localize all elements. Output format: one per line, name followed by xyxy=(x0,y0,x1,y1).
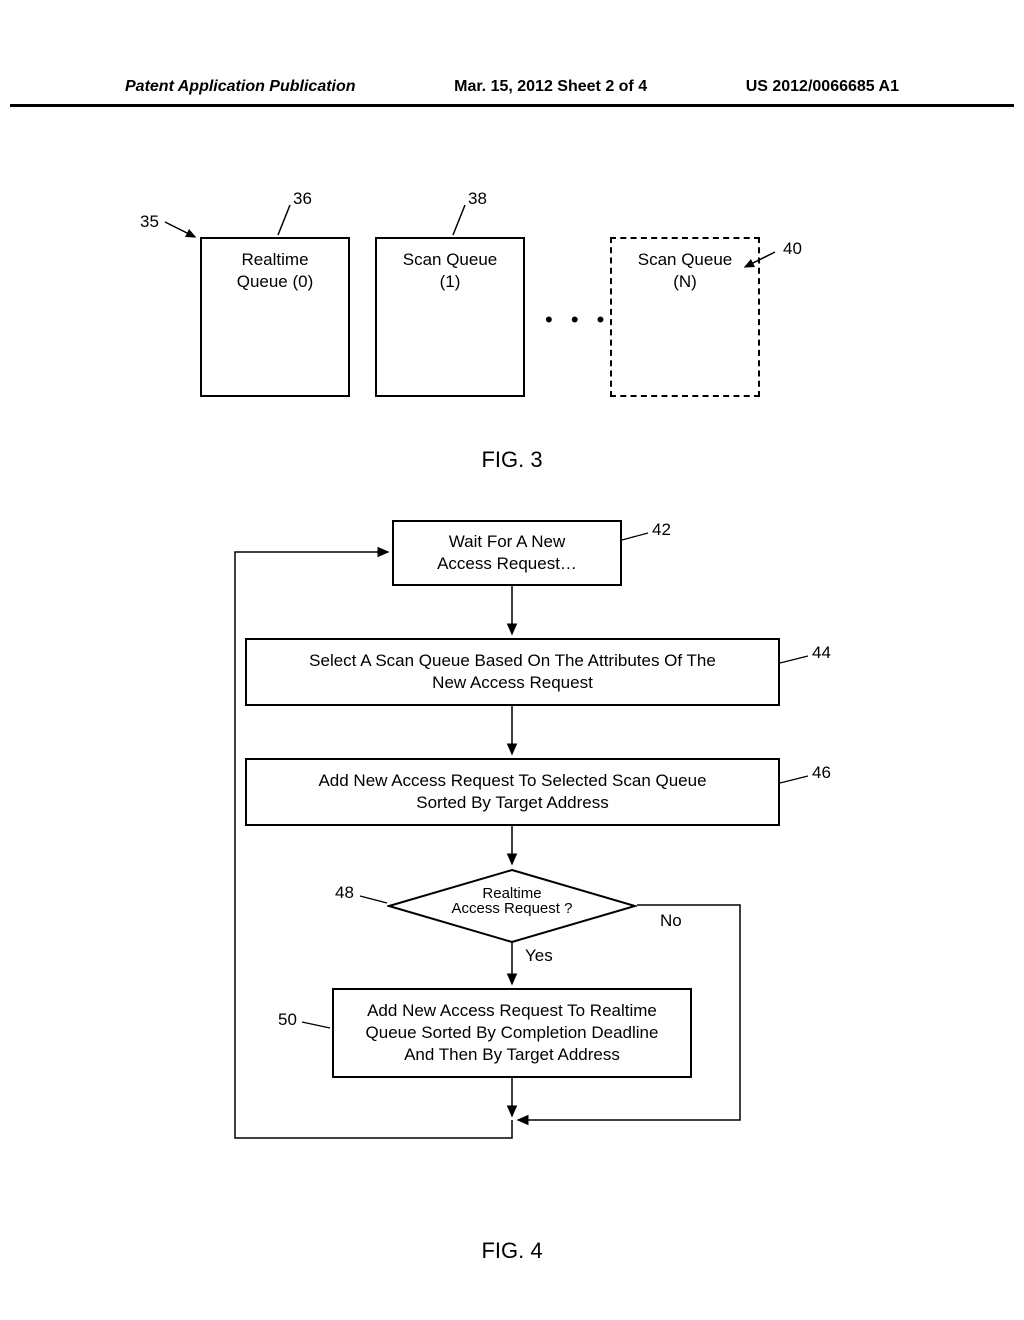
box2-line2: (1) xyxy=(377,271,523,293)
box-add-to-scan-queue: Add New Access Request To Selected Scan … xyxy=(245,758,780,826)
box3-line2: (N) xyxy=(612,271,758,293)
figure-3: 35 36 38 40 Realtime Queue (0) Scan Queu… xyxy=(0,197,1024,437)
dec48-line2: Access Request ? xyxy=(387,901,637,916)
ref-42: 42 xyxy=(652,520,671,540)
decision-realtime-request: Realtime Access Request ? xyxy=(387,868,637,938)
ref-48: 48 xyxy=(335,883,354,903)
fig4-caption: FIG. 4 xyxy=(0,1238,1024,1264)
header-left: Patent Application Publication xyxy=(125,78,356,96)
box44-line1: Select A Scan Queue Based On The Attribu… xyxy=(309,650,716,672)
ref-40: 40 xyxy=(783,239,802,259)
dec48-line1: Realtime xyxy=(387,886,637,901)
box-add-to-realtime-queue: Add New Access Request To Realtime Queue… xyxy=(332,988,692,1078)
box-wait-new-request: Wait For A New Access Request… xyxy=(392,520,622,586)
box1-line1: Realtime xyxy=(202,249,348,271)
box46-line2: Sorted By Target Address xyxy=(318,792,706,814)
box46-line1: Add New Access Request To Selected Scan … xyxy=(318,770,706,792)
realtime-queue-box: Realtime Queue (0) xyxy=(200,237,350,397)
header-right: US 2012/0066685 A1 xyxy=(746,78,899,96)
box3-line1: Scan Queue xyxy=(612,249,758,271)
figure-4: Wait For A New Access Request… 42 Select… xyxy=(0,508,1024,1228)
box50-line3: And Then By Target Address xyxy=(366,1044,659,1066)
ref-36: 36 xyxy=(293,189,312,209)
box1-line2: Queue (0) xyxy=(202,271,348,293)
ref-38: 38 xyxy=(468,189,487,209)
box50-line1: Add New Access Request To Realtime xyxy=(366,1000,659,1022)
scan-queue-n-box: Scan Queue (N) xyxy=(610,237,760,397)
page-header: Patent Application Publication Mar. 15, … xyxy=(10,0,1014,107)
header-center: Mar. 15, 2012 Sheet 2 of 4 xyxy=(454,78,647,96)
ref-50: 50 xyxy=(278,1010,297,1030)
ellipsis-icon: • • • xyxy=(545,307,610,333)
box42-line1: Wait For A New xyxy=(437,531,577,553)
decision-yes-label: Yes xyxy=(525,946,553,966)
scan-queue-1-box: Scan Queue (1) xyxy=(375,237,525,397)
box50-line2: Queue Sorted By Completion Deadline xyxy=(366,1022,659,1044)
box44-line2: New Access Request xyxy=(309,672,716,694)
box42-line2: Access Request… xyxy=(437,553,577,575)
decision-no-label: No xyxy=(660,911,682,931)
fig3-caption: FIG. 3 xyxy=(0,447,1024,473)
ref-44: 44 xyxy=(812,643,831,663)
box2-line1: Scan Queue xyxy=(377,249,523,271)
box-select-scan-queue: Select A Scan Queue Based On The Attribu… xyxy=(245,638,780,706)
ref-46: 46 xyxy=(812,763,831,783)
